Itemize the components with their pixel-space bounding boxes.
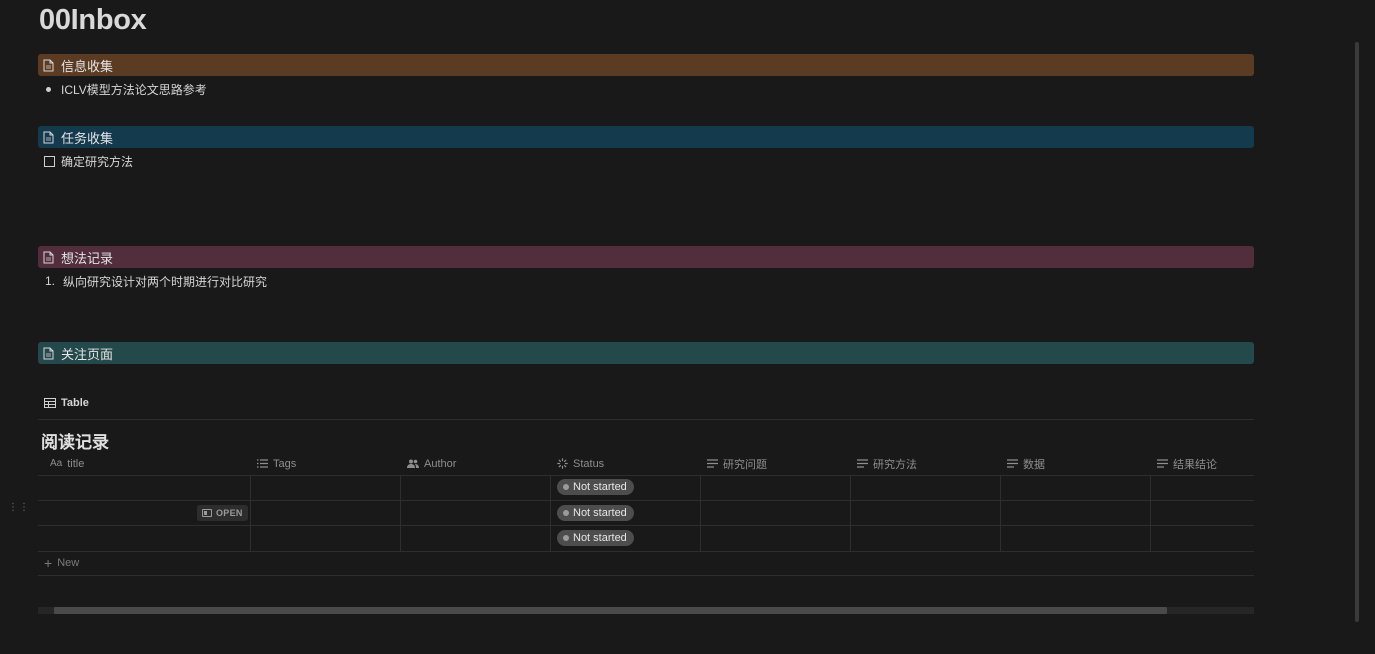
list-item-text: 纵向研究设计对两个时期进行对比研究: [63, 274, 268, 289]
section-header-info[interactable]: 信息收集: [38, 54, 1254, 76]
document-icon: [43, 347, 55, 360]
column-header-label: 研究问题: [723, 458, 767, 471]
status-spinner-icon: [557, 458, 568, 469]
plus-icon: +: [44, 555, 53, 571]
column-header-label: Status: [573, 457, 605, 470]
text-lines-icon: [1157, 459, 1168, 468]
people-icon: [407, 459, 419, 468]
document-icon: [43, 59, 55, 72]
bullet-icon: [46, 86, 51, 92]
section-header-label: 想法记录: [61, 250, 114, 266]
database-title[interactable]: 阅读记录: [41, 428, 109, 453]
column-header-title[interactable]: Aa title: [43, 452, 250, 475]
column-header-conclusion[interactable]: 结果结论: [1150, 452, 1254, 475]
column-header-status[interactable]: Status: [550, 452, 700, 475]
open-row-button[interactable]: OPEN: [197, 505, 248, 521]
open-button-label: OPEN: [216, 508, 243, 518]
document-icon: [43, 131, 55, 144]
open-panel-icon: [202, 509, 212, 517]
view-tab-table[interactable]: Table: [44, 397, 89, 409]
new-row-label: New: [57, 557, 80, 569]
column-header-research-question[interactable]: 研究问题: [700, 452, 850, 475]
section-header-watch[interactable]: 关注页面: [38, 342, 1254, 364]
status-dot-icon: [563, 484, 569, 490]
vertical-scrollbar[interactable]: [1355, 42, 1359, 622]
section-header-label: 信息收集: [61, 58, 114, 74]
status-badge[interactable]: Not started: [557, 479, 634, 495]
column-divider: [700, 476, 701, 551]
status-label: Not started: [573, 507, 627, 519]
section-header-label: 任务收集: [61, 130, 114, 146]
table-icon: [44, 398, 56, 408]
status-badge[interactable]: Not started: [557, 505, 634, 521]
todo-item[interactable]: 确定研究方法: [44, 153, 133, 169]
list-icon: [257, 459, 268, 468]
text-lines-icon: [1007, 459, 1018, 468]
column-header-label: 数据: [1023, 458, 1045, 471]
section-header-tasks[interactable]: 任务收集: [38, 126, 1254, 148]
divider: [38, 419, 1254, 420]
column-header-data[interactable]: 数据: [1000, 452, 1150, 475]
column-divider: [250, 476, 251, 551]
status-badge[interactable]: Not started: [557, 530, 634, 546]
horizontal-scrollbar-thumb[interactable]: [54, 607, 1167, 614]
todo-checkbox[interactable]: [44, 155, 55, 167]
table-header: Aa title Tags Author Status 研究问题 研究方法 数据…: [38, 452, 1254, 475]
numbered-list-item[interactable]: 1. 纵向研究设计对两个时期进行对比研究: [44, 273, 267, 289]
text-lines-icon: [707, 459, 718, 468]
table-row: [38, 551, 1254, 576]
column-header-author[interactable]: Author: [400, 452, 550, 475]
column-header-label: 研究方法: [873, 458, 917, 471]
column-divider: [1150, 476, 1151, 551]
column-divider: [550, 476, 551, 551]
text-lines-icon: [857, 459, 868, 468]
page: 00Inbox 信息收集 ICLV模型方法论文思路参考 任务收集 确定研究方法 …: [0, 0, 1375, 654]
table-row[interactable]: [38, 475, 1254, 500]
column-header-research-method[interactable]: 研究方法: [850, 452, 1000, 475]
status-label: Not started: [573, 481, 627, 493]
column-header-label: Author: [424, 457, 457, 470]
todo-item-text: 确定研究方法: [61, 154, 134, 169]
column-divider: [850, 476, 851, 551]
list-number: 1.: [45, 274, 56, 288]
status-dot-icon: [563, 510, 569, 516]
list-item-text: ICLV模型方法论文思路参考: [61, 82, 207, 97]
column-divider: [1000, 476, 1001, 551]
view-tab-label: Table: [61, 397, 89, 409]
divider: [38, 575, 1254, 576]
document-icon: [43, 251, 55, 264]
column-divider: [400, 476, 401, 551]
page-title: 00Inbox: [39, 4, 147, 36]
section-header-ideas[interactable]: 想法记录: [38, 246, 1254, 268]
table-row[interactable]: [38, 525, 1254, 550]
column-header-label: Tags: [273, 457, 297, 470]
column-header-label: 结果结论: [1173, 458, 1217, 471]
column-header-tags[interactable]: Tags: [250, 452, 400, 475]
status-dot-icon: [563, 535, 569, 541]
list-item[interactable]: ICLV模型方法论文思路参考: [44, 81, 207, 97]
drag-handle-icon[interactable]: ⋮⋮: [8, 503, 29, 518]
section-header-label: 关注页面: [61, 346, 114, 362]
column-header-label: title: [67, 457, 85, 470]
status-label: Not started: [573, 532, 627, 544]
text-aa-icon: Aa: [50, 458, 63, 469]
new-row-button[interactable]: + New: [44, 556, 79, 570]
